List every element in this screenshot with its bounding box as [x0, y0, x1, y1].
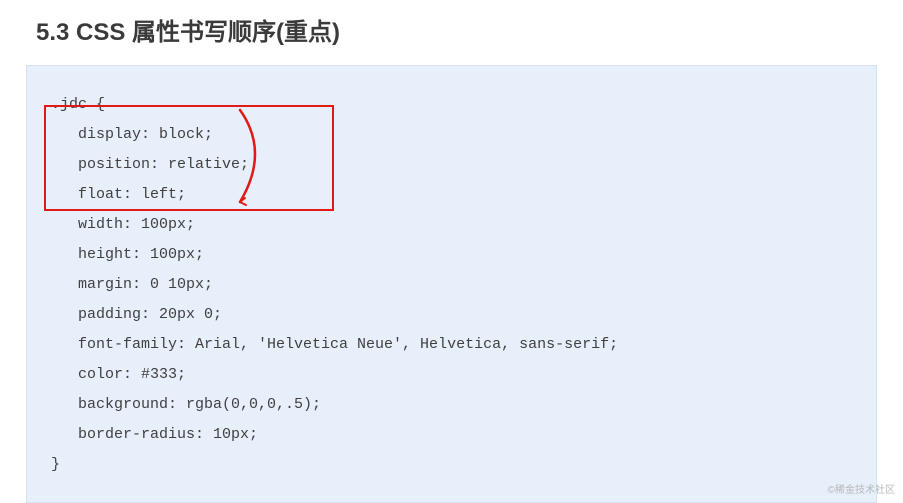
code-line: padding: 20px 0;	[51, 306, 222, 323]
code-panel: .jdc { display: block; position: relativ…	[26, 65, 877, 503]
code-line: }	[51, 456, 60, 473]
code-line: display: block;	[51, 126, 213, 143]
code-line: .jdc {	[51, 96, 105, 113]
code-line: width: 100px;	[51, 216, 195, 233]
section-heading: 5.3 CSS 属性书写顺序(重点)	[0, 0, 903, 47]
code-line: border-radius: 10px;	[51, 426, 258, 443]
code-line: height: 100px;	[51, 246, 204, 263]
code-line: position: relative;	[51, 156, 249, 173]
code-line: color: #333;	[51, 366, 186, 383]
code-line: margin: 0 10px;	[51, 276, 213, 293]
watermark-text: ©稀金技术社区	[828, 481, 895, 496]
code-line: float: left;	[51, 186, 186, 203]
code-block: .jdc { display: block; position: relativ…	[51, 90, 852, 480]
code-line: font-family: Arial, 'Helvetica Neue', He…	[51, 336, 618, 353]
code-line: background: rgba(0,0,0,.5);	[51, 396, 321, 413]
